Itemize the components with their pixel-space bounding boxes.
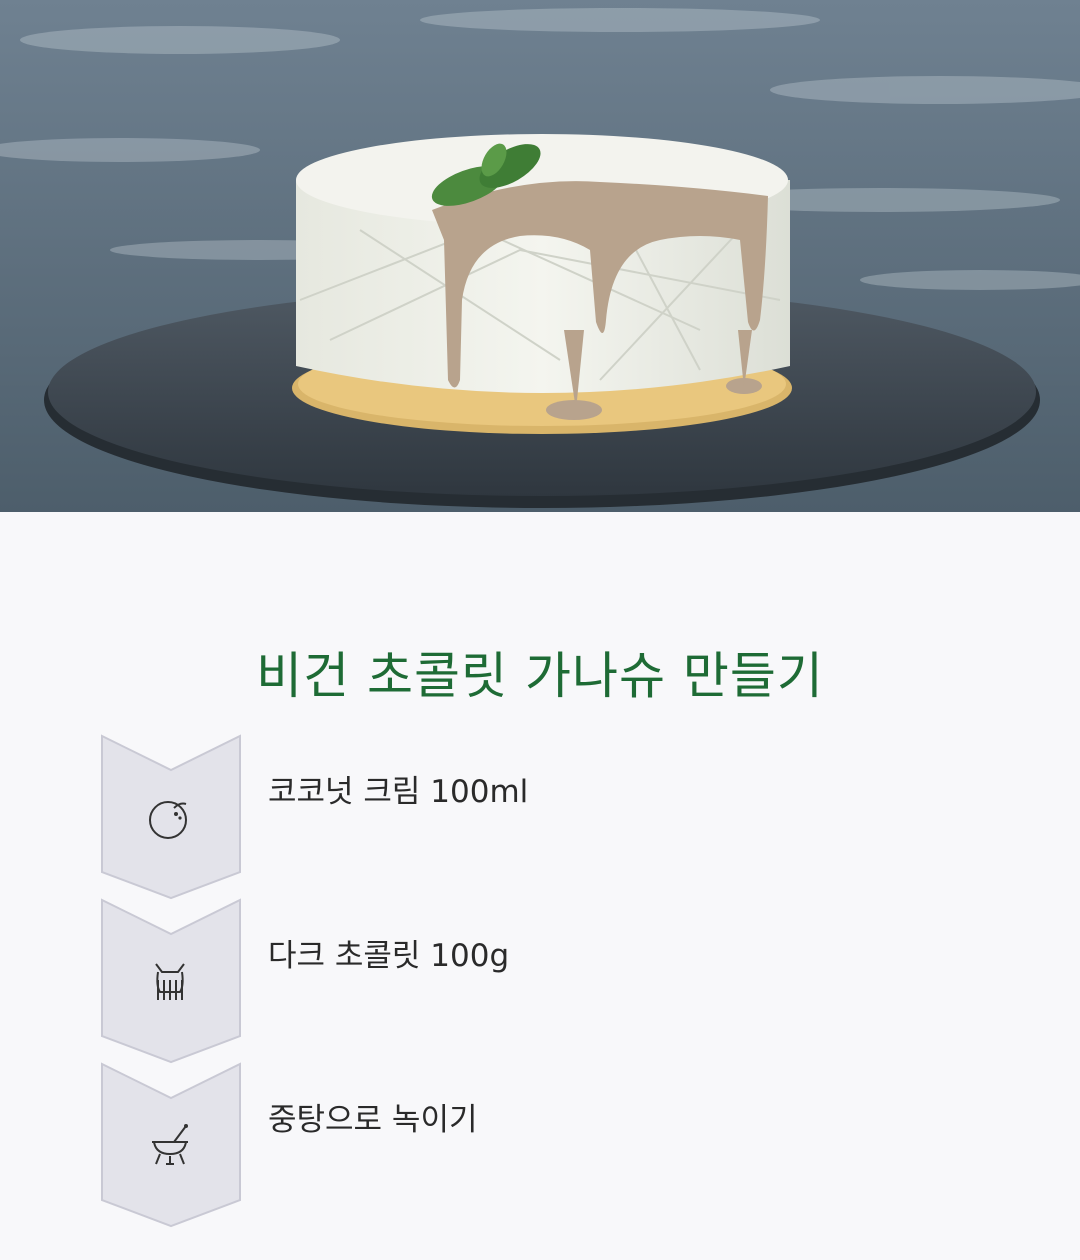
step-3-label: 중탕으로 녹이기 <box>268 1102 478 1138</box>
step-2-badge <box>100 898 242 1064</box>
chocolate-bar-icon <box>155 963 185 1000</box>
step-1-label: 코코넛 크림 100ml <box>268 774 529 810</box>
coconut-icon <box>149 801 187 839</box>
recipe-title: 비건 초콜릿 가나슈 만들기 <box>256 647 824 705</box>
double-boiler-icon <box>152 1124 188 1165</box>
hero-cake-photo <box>0 0 1080 512</box>
step-2-label: 다크 초콜릿 100g <box>268 938 510 974</box>
step-3-badge <box>100 1062 242 1228</box>
step-1-badge <box>100 734 242 900</box>
